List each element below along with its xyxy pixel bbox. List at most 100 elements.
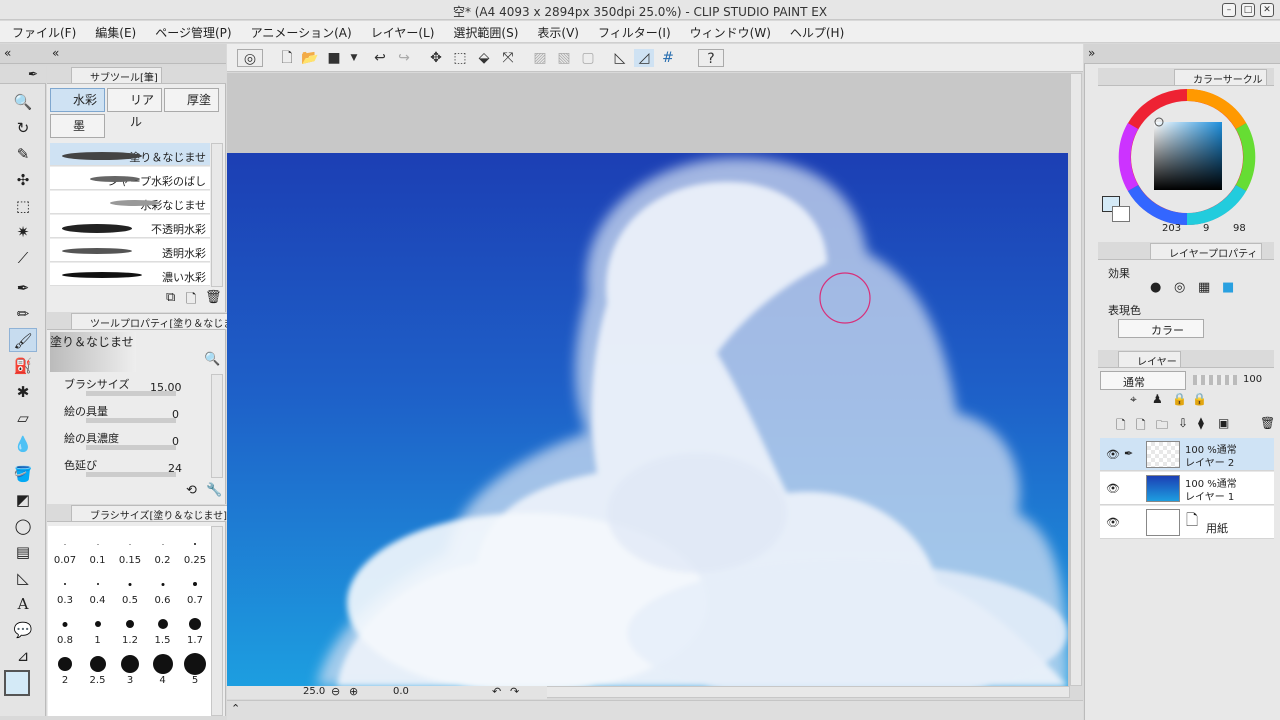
canvas-artwork[interactable] <box>227 153 1068 686</box>
operation-tool-icon[interactable]: ✎ <box>9 142 37 166</box>
selection-tool-icon[interactable]: ⬚ <box>9 194 37 218</box>
text-tool-icon[interactable]: A <box>9 592 37 616</box>
eye-icon[interactable]: 👁 <box>1106 482 1120 495</box>
prop-row-brush-size[interactable]: ブラシサイズ 15.00 <box>50 374 212 400</box>
menu-view[interactable]: 表示(V) <box>525 21 586 41</box>
ruler-snap-icon[interactable]: ◺ <box>610 49 630 67</box>
lock-transparent-icon[interactable]: 🔒 <box>1192 392 1207 406</box>
brush-size-option[interactable]: 3 <box>114 650 146 686</box>
subtool-tab[interactable]: サブツール[筆] <box>71 67 162 84</box>
layer-property-tab[interactable]: レイヤープロパティ <box>1150 243 1262 260</box>
opacity-slider[interactable] <box>1193 375 1237 385</box>
move-layer-tool-icon[interactable]: ✣ <box>9 168 37 192</box>
effect-tone-icon[interactable]: ▦ <box>1198 280 1210 295</box>
expression-select[interactable]: カラー <box>1118 319 1204 338</box>
collapse-left-icon[interactable]: « <box>4 46 11 60</box>
reset-icon[interactable]: ⟲ <box>186 483 197 498</box>
brush-size-option[interactable]: 4 <box>147 650 179 686</box>
prop-row-color-stretch[interactable]: 色延び 24 <box>50 455 212 481</box>
subtool-group-real[interactable]: リアル <box>107 88 162 129</box>
brush-size-option[interactable]: 0.5 <box>114 570 146 606</box>
layer-tab[interactable]: レイヤー <box>1118 351 1181 368</box>
background-color[interactable] <box>1112 206 1130 222</box>
menu-window[interactable]: ウィンドウ(W) <box>678 21 778 41</box>
new-vector-layer-icon[interactable]: 🗋 <box>1136 416 1146 437</box>
brush-item[interactable]: シャープ水彩のばし <box>50 167 210 190</box>
wrench-icon[interactable]: 🔧 <box>206 483 222 498</box>
menu-file[interactable]: ファイル(F) <box>0 21 83 41</box>
zoom-tool-icon[interactable]: 🔍 <box>9 90 37 114</box>
save-dropdown-icon[interactable]: ▼ <box>344 49 364 67</box>
special-ruler-snap-icon[interactable]: ◿ <box>634 49 654 67</box>
menu-selection[interactable]: 選択範囲(S) <box>441 21 525 41</box>
undo-icon[interactable]: ↩ <box>370 49 390 67</box>
brush-size-option[interactable]: 1.5 <box>147 610 179 646</box>
gradient-tool-icon[interactable]: ◩ <box>9 488 37 512</box>
layer-row[interactable]: 👁 100 %通常 レイヤー 1 <box>1100 472 1274 505</box>
merge-down-icon[interactable]: ⇩ <box>1178 416 1188 430</box>
menu-page[interactable]: ページ管理(P) <box>143 21 238 41</box>
subtool-group-thick[interactable]: 厚塗 <box>164 88 219 112</box>
airbrush-tool-icon[interactable]: ⛽ <box>9 354 37 378</box>
duplicate-subtool-icon[interactable]: ⧉ <box>166 290 175 305</box>
brush-size-option[interactable]: 5 <box>179 650 211 686</box>
decoration-tool-icon[interactable]: ✱ <box>9 380 37 404</box>
main-color-swatch[interactable] <box>4 670 30 696</box>
rotate-left-icon[interactable]: ↶ <box>492 685 501 698</box>
fill-tool-icon[interactable]: 🪣 <box>9 462 37 486</box>
rotate-right-icon[interactable]: ↷ <box>510 685 519 698</box>
brush-size-option[interactable]: 1.2 <box>114 610 146 646</box>
clip-icon[interactable]: ⌖ <box>1130 392 1137 407</box>
brush-size-option[interactable]: 0.7 <box>179 570 211 606</box>
brush-item[interactable]: 水彩なじませ <box>50 191 210 214</box>
brush-size-option[interactable]: 1.7 <box>179 610 211 646</box>
brush-item[interactable]: 濃い水彩 <box>50 263 210 286</box>
eye-icon[interactable]: 👁 <box>1106 448 1120 461</box>
subtool-group-watercolor[interactable]: 水彩 <box>50 88 105 112</box>
brush-size-option[interactable]: 0.25 <box>179 530 211 566</box>
new-folder-icon[interactable]: 🗀 <box>1156 416 1168 437</box>
effect-layer-color-icon[interactable]: ■ <box>1222 280 1234 295</box>
close-button[interactable]: ✕ <box>1260 3 1274 17</box>
menu-help[interactable]: ヘルプ(H) <box>778 21 851 41</box>
open-file-icon[interactable]: 📂 <box>300 49 320 67</box>
maximize-button[interactable]: □ <box>1241 3 1255 17</box>
reference-icon[interactable]: ♟ <box>1152 392 1163 406</box>
brush-item[interactable]: 不透明水彩 <box>50 215 210 238</box>
canvas-vscrollbar[interactable] <box>1070 73 1082 686</box>
pen-tool-icon[interactable]: ✒ <box>9 276 37 300</box>
blend-tool-icon[interactable]: 💧 <box>9 432 37 456</box>
collapse-sub-icon[interactable]: « <box>52 46 59 60</box>
brush-size-option[interactable]: 2.5 <box>82 650 114 686</box>
new-raster-layer-icon[interactable]: 🗋 <box>1116 416 1126 437</box>
layer-row[interactable]: 👁 ✒ 100 %通常 レイヤー 2 <box>1100 438 1274 471</box>
brush-size-option[interactable]: 0.07 <box>49 530 81 566</box>
new-subtool-icon[interactable]: 🗋 <box>186 290 196 312</box>
brush-size-option[interactable]: 1 <box>82 610 114 646</box>
color-circle-tab[interactable]: カラーサークル <box>1174 69 1267 86</box>
brush-size-option[interactable]: 0.6 <box>147 570 179 606</box>
redo-icon[interactable]: ↪ <box>394 49 414 67</box>
opacity-value[interactable]: 100 <box>1243 374 1262 385</box>
delete-subtool-icon[interactable]: 🗑 <box>205 290 222 305</box>
menu-layer[interactable]: レイヤー(L) <box>359 21 442 41</box>
toolprop-scrollbar[interactable] <box>211 374 223 478</box>
transform-icon[interactable]: ✥ <box>426 49 446 67</box>
brush-size-option[interactable]: 0.3 <box>49 570 81 606</box>
brushsize-tab[interactable]: ブラシサイズ[塗り＆なじませ] <box>71 505 232 522</box>
brush-size-option[interactable]: 0.1 <box>82 530 114 566</box>
brush-tool-icon[interactable]: 🖌 <box>9 328 37 352</box>
fill-icon[interactable]: ⬙ <box>474 49 494 67</box>
minimize-button[interactable]: – <box>1222 3 1236 17</box>
canvas-hscrollbar[interactable] <box>546 686 1070 698</box>
eye-icon[interactable]: 👁 <box>1106 516 1120 529</box>
brush-list-scrollbar[interactable] <box>211 143 223 287</box>
subtool-group-ink[interactable]: 墨 <box>50 114 105 138</box>
effect-border-icon[interactable]: ● <box>1150 280 1161 295</box>
brushsize-scrollbar[interactable] <box>211 526 223 716</box>
menu-edit[interactable]: 編集(E) <box>83 21 143 41</box>
prop-row-paint-density[interactable]: 絵の具濃度 0 <box>50 428 212 454</box>
toolprop-tab[interactable]: ツールプロパティ[塗り＆なじませ] <box>71 313 251 330</box>
clear-icon[interactable]: ▨ <box>530 49 550 67</box>
frame-tool-icon[interactable]: ▤ <box>9 540 37 564</box>
